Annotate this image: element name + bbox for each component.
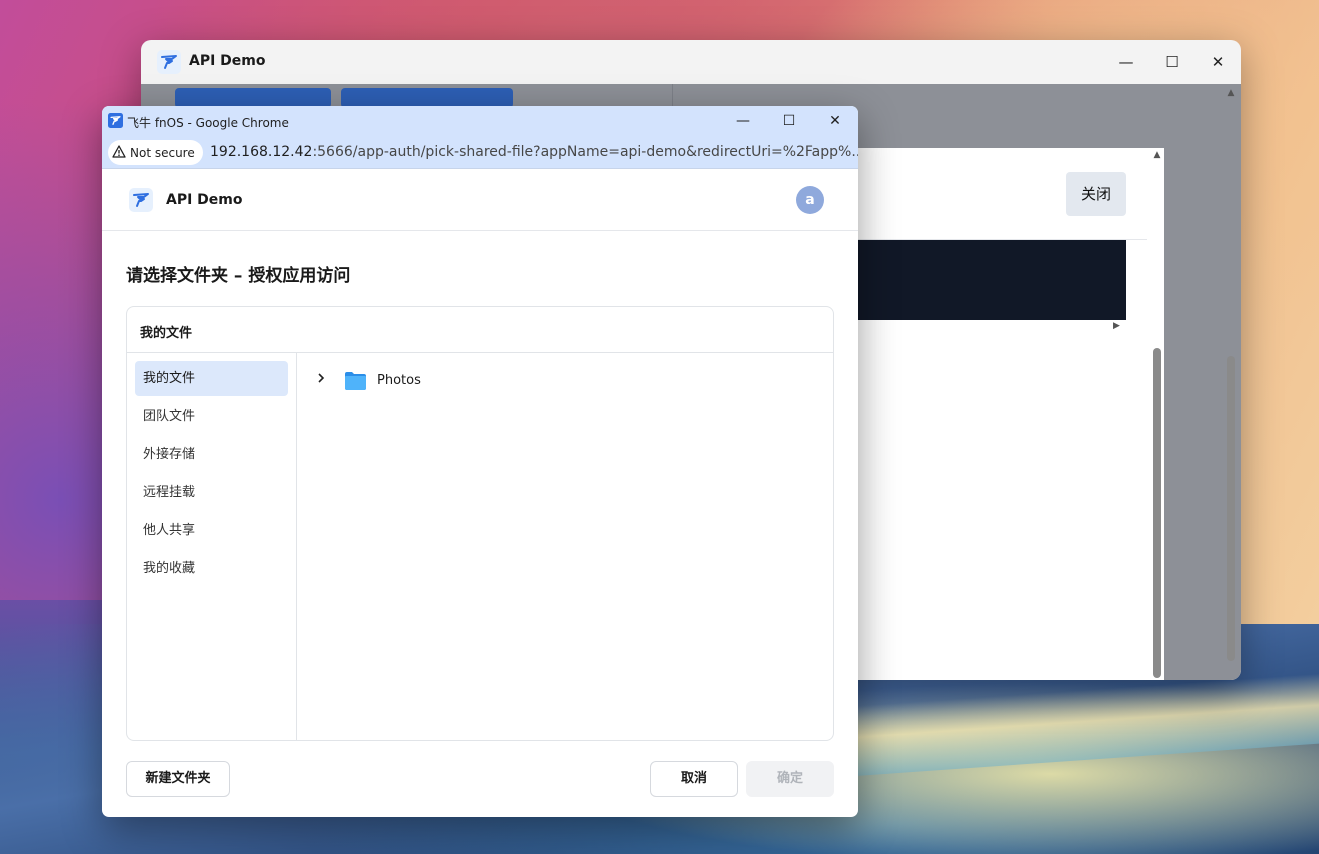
cancel-button[interactable]: 取消 xyxy=(650,761,738,797)
background-action-button[interactable] xyxy=(341,88,513,108)
sidebar-item-my-files[interactable]: 我的文件 xyxy=(135,361,288,396)
minimize-button[interactable]: — xyxy=(1116,52,1136,72)
sidebar-item-remote-mount[interactable]: 远程挂载 xyxy=(135,475,288,510)
sidebar-item-external-storage[interactable]: 外接存储 xyxy=(135,437,288,472)
chevron-right-icon[interactable] xyxy=(316,372,326,387)
chrome-popup-window: 飞牛 fnOS - Google Chrome — ☐ ✕ Not secure… xyxy=(102,106,858,817)
close-window-button[interactable]: ✕ xyxy=(825,111,845,131)
scroll-up-arrow-icon[interactable]: ▲ xyxy=(1152,150,1162,160)
maximize-button[interactable]: ☐ xyxy=(779,111,799,131)
maximize-button[interactable]: ☐ xyxy=(1162,52,1182,72)
picker-header-label: 我的文件 xyxy=(140,326,193,341)
security-chip[interactable]: Not secure xyxy=(108,140,203,165)
tree-row[interactable]: Photos xyxy=(298,365,833,397)
code-output-block xyxy=(857,240,1126,320)
address-bar[interactable]: Not secure 192.168.12.42:5666/app-auth/p… xyxy=(102,136,858,169)
scrollbar-thumb[interactable] xyxy=(1153,348,1161,678)
confirm-button[interactable]: 确定 xyxy=(746,761,834,797)
panel-scrollbar[interactable]: ▲ ▼ xyxy=(1152,148,1162,680)
warning-icon xyxy=(112,144,126,161)
chrome-window-title: 飞牛 fnOS - Google Chrome xyxy=(127,116,289,130)
chrome-titlebar[interactable]: 飞牛 fnOS - Google Chrome — ☐ ✕ xyxy=(102,106,858,136)
sidebar-item-team-files[interactable]: 团队文件 xyxy=(135,399,288,434)
folder-icon xyxy=(344,371,367,395)
fnos-logo-icon xyxy=(157,50,181,78)
location-sidebar: 我的文件 团队文件 外接存储 远程挂载 他人共享 我的收藏 xyxy=(127,353,297,740)
close-window-button[interactable]: ✕ xyxy=(1208,52,1228,72)
folder-tree: Photos xyxy=(298,353,833,740)
picker-header: 我的文件 xyxy=(127,307,833,353)
scroll-up-arrow-icon[interactable]: ▲ xyxy=(1226,88,1236,98)
minimize-button[interactable]: — xyxy=(733,111,753,131)
fnos-logo-icon xyxy=(129,188,153,216)
app-header: API Demo a xyxy=(102,169,858,231)
app-title: API Demo xyxy=(166,192,243,208)
url-text[interactable]: 192.168.12.42:5666/app-auth/pick-shared-… xyxy=(210,144,858,160)
scrollbar-thumb[interactable] xyxy=(1227,356,1235,661)
fnos-logo-icon xyxy=(108,113,123,132)
scroll-right-arrow-icon[interactable]: ▶ xyxy=(1113,321,1120,331)
sidebar-item-shared-with-me[interactable]: 他人共享 xyxy=(135,513,288,548)
window-title: API Demo xyxy=(189,53,266,69)
folder-picker: 我的文件 我的文件 团队文件 外接存储 远程挂载 他人共享 我的收藏 Photo… xyxy=(126,306,834,741)
avatar[interactable]: a xyxy=(796,186,824,214)
page-title: 请选择文件夹 – 授权应用访问 xyxy=(126,266,351,286)
folder-name: Photos xyxy=(377,373,421,388)
window-titlebar[interactable]: API Demo — ☐ ✕ xyxy=(141,40,1241,84)
window-scrollbar[interactable]: ▲ xyxy=(1226,86,1236,676)
url-host: 192.168.12.42 xyxy=(210,144,313,160)
url-path: :5666/app-auth/pick-shared-file?appName=… xyxy=(312,144,858,160)
security-label: Not secure xyxy=(130,145,195,160)
new-folder-button[interactable]: 新建文件夹 xyxy=(126,761,230,797)
background-action-button[interactable] xyxy=(175,88,331,108)
sidebar-item-favorites[interactable]: 我的收藏 xyxy=(135,551,288,586)
result-panel: 关闭 ▶ ▲ ▼ xyxy=(857,148,1164,680)
panel-close-button[interactable]: 关闭 xyxy=(1066,172,1126,216)
